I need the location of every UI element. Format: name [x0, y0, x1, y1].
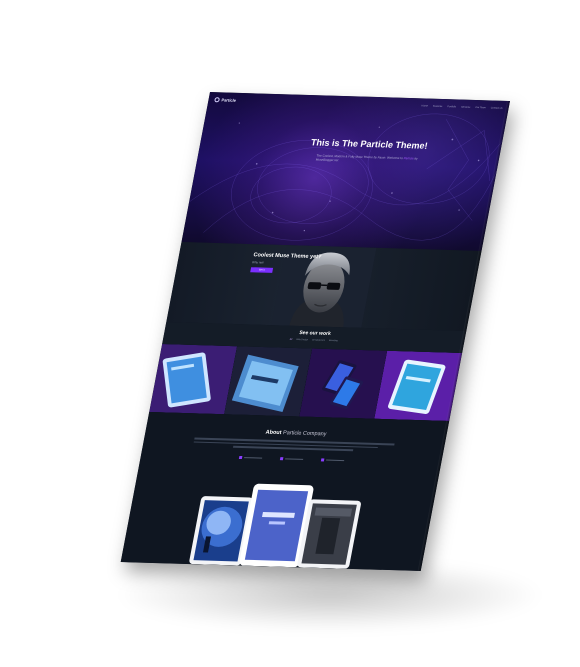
feature-item	[320, 458, 344, 462]
gallery-item[interactable]	[299, 348, 388, 419]
device-mockups-image	[189, 483, 361, 569]
nav-link-home[interactable]: Home	[421, 104, 428, 107]
filter-branding[interactable]: Branding	[329, 340, 338, 342]
muse-subtitle: Why not!	[251, 260, 265, 265]
gallery-item[interactable]	[149, 344, 238, 415]
site-logo[interactable]: Particle	[214, 96, 237, 103]
about-title-light: Particle Company	[282, 430, 327, 438]
feature-icon	[279, 457, 283, 461]
nav-link-team[interactable]: Our Team	[475, 106, 486, 109]
about-title: About Particle Company	[145, 426, 446, 441]
gallery-item[interactable]	[224, 346, 313, 417]
feature-item	[238, 455, 262, 460]
feature-item	[279, 457, 303, 461]
nav-link-services[interactable]: Services	[461, 105, 471, 108]
nav-link-contact[interactable]: Contact Us	[491, 106, 503, 109]
gallery-image-tablet-blue	[374, 350, 463, 421]
about-title-bold: About	[264, 429, 283, 437]
work-gallery	[149, 344, 463, 421]
feature-icon	[320, 458, 324, 462]
muse-title: Coolest Muse Theme yet?	[252, 252, 322, 261]
gallery-image-poster	[224, 346, 313, 417]
hero-section: This is The Particle Theme! The Coolest,…	[181, 92, 510, 251]
logo-text: Particle	[221, 96, 237, 103]
website-mockup: This is The Particle Theme! The Coolest,…	[120, 92, 510, 571]
about-paragraph	[193, 437, 395, 454]
feature-icon	[238, 455, 242, 460]
floor-shadow	[120, 560, 540, 630]
particle-background	[188, 113, 503, 241]
about-features	[141, 453, 442, 465]
gallery-image-phone	[299, 348, 388, 419]
about-section: About Particle Company	[120, 412, 450, 571]
gallery-image-tablet	[149, 344, 238, 415]
muse-section: Coolest Muse Theme yet? Why not! Get it	[166, 242, 482, 331]
nav-link-features[interactable]: Features	[433, 104, 443, 107]
gallery-item[interactable]	[374, 350, 463, 421]
nav-links: Home Features Portfolio Services Our Tea…	[421, 104, 503, 109]
filter-all[interactable]: All	[289, 339, 292, 341]
nav-link-portfolio[interactable]: Portfolio	[447, 105, 456, 108]
hero-subtitle-link[interactable]: Particle	[403, 156, 414, 160]
filter-development[interactable]: Development	[312, 339, 325, 341]
logo-icon	[214, 96, 221, 102]
mockup-stage: This is The Particle Theme! The Coolest,…	[0, 0, 580, 667]
get-it-button[interactable]: Get it	[250, 267, 274, 273]
filter-web-design[interactable]: Web Design	[296, 339, 308, 341]
